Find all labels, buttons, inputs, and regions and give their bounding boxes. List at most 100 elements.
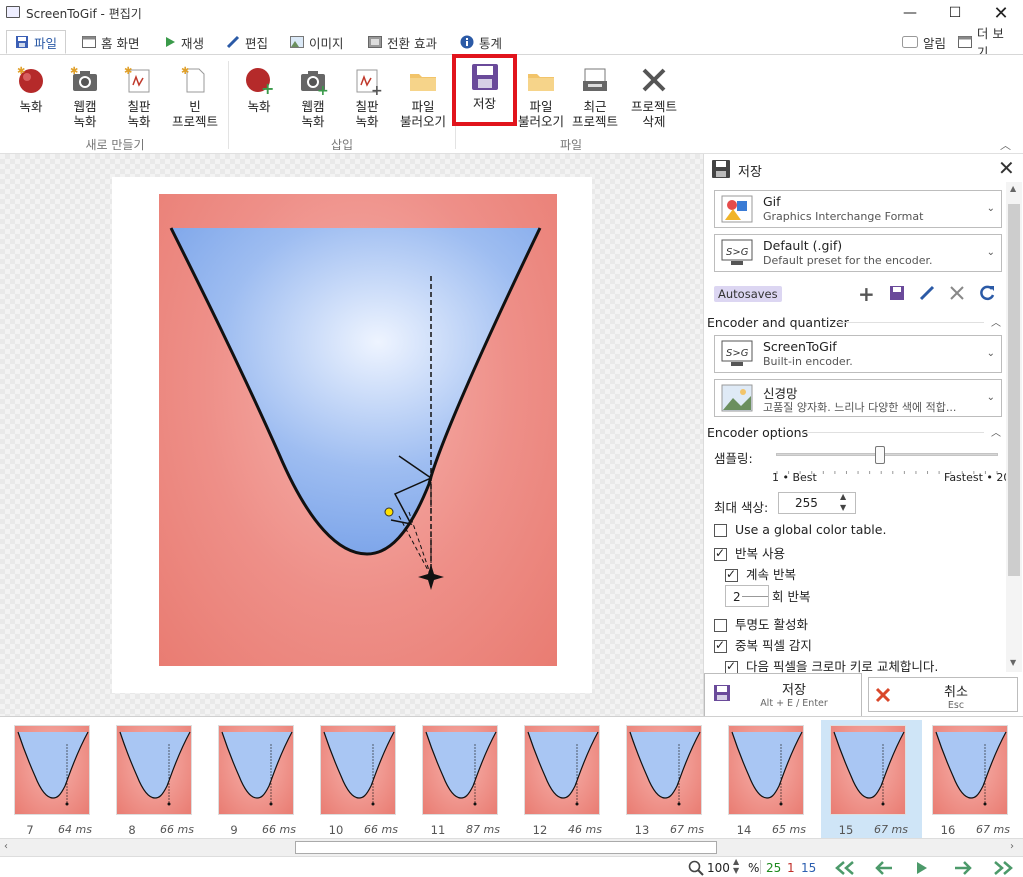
collapse-ribbon-icon[interactable]: ︿ xyxy=(1000,137,1011,153)
tab-play[interactable]: 재생 xyxy=(156,30,212,54)
encoder-preset-icon: S>G xyxy=(721,239,753,265)
insert-webcam-button[interactable]: + 웹캠 녹화 xyxy=(286,61,340,137)
panel-scrollbar[interactable]: ▲ ▼ xyxy=(1006,182,1022,672)
notifications-button[interactable]: 알림 xyxy=(894,30,954,54)
info-icon xyxy=(460,35,474,49)
frame-thumbnail xyxy=(218,725,294,815)
zoom-stepper-icon[interactable]: ▲ ▼ xyxy=(733,857,739,875)
tab-edit[interactable]: 편집 xyxy=(218,30,276,54)
scrollbar-thumb[interactable] xyxy=(1008,204,1020,576)
first-frame-icon[interactable] xyxy=(834,860,856,876)
last-frame-icon[interactable] xyxy=(992,860,1014,876)
timeline-frame[interactable]: 9 66 ms xyxy=(209,720,310,838)
timeline-frame[interactable]: 8 66 ms xyxy=(107,720,208,838)
frame-number: 9 xyxy=(230,823,238,837)
collapse-section-icon[interactable]: ︿ xyxy=(991,424,1001,439)
tab-label: 전환 효과 xyxy=(387,35,437,51)
checkbox-box xyxy=(714,524,727,537)
cancel-button[interactable]: 취소 Esc xyxy=(868,677,1018,712)
delete-project-button[interactable]: 프로젝트 삭제 xyxy=(624,61,684,137)
minimize-button[interactable]: — xyxy=(887,0,933,26)
increment-icon[interactable]: ▲ xyxy=(840,492,846,501)
scrollbar-thumb[interactable] xyxy=(295,841,717,854)
load-file-button[interactable]: 파일 불러오기 xyxy=(514,61,568,137)
recent-projects-button[interactable]: 최근 프로젝트 xyxy=(568,61,622,137)
cancel-button-label: 취소 xyxy=(944,685,968,700)
decrement-icon[interactable]: ▼ xyxy=(840,503,846,512)
insert-board-button[interactable]: + 칠판 녹화 xyxy=(340,61,394,137)
transition-icon xyxy=(368,36,382,48)
sampling-slider-track[interactable] xyxy=(776,446,998,464)
loop-count-value: 2 xyxy=(733,590,741,604)
frame-thumbnail xyxy=(728,725,804,815)
save-preset-icon[interactable] xyxy=(889,285,905,301)
selected-frames: 1 xyxy=(787,861,795,875)
scroll-down-icon[interactable]: ▼ xyxy=(1010,658,1016,667)
loop-count-input[interactable]: 2 xyxy=(725,585,769,607)
board-icon: ✱ xyxy=(124,66,150,93)
frame-number: 12 xyxy=(532,823,548,837)
file-type-combo[interactable]: Gif Graphics Interchange Format ⌄ xyxy=(714,190,1002,228)
timeline-frame[interactable]: 7 64 ms xyxy=(5,720,106,838)
play-animation-icon[interactable] xyxy=(914,860,930,876)
maximize-button[interactable]: ☐ xyxy=(932,0,978,26)
frame-number: 15 xyxy=(838,823,854,837)
timeline-frame[interactable]: 12 46 ms xyxy=(515,720,616,838)
previous-frame-icon[interactable] xyxy=(874,860,894,876)
button-label: 파일 불러오기 xyxy=(517,99,564,129)
tab-image[interactable]: 이미지 xyxy=(282,30,352,54)
more-button[interactable]: 더 보기 xyxy=(950,26,1023,60)
screentogif-encoder-icon: S>G xyxy=(721,340,753,366)
remove-preset-icon[interactable] xyxy=(949,285,965,301)
sampling-slider-thumb[interactable] xyxy=(875,446,885,464)
insert-load-file-button[interactable]: 파일 불러오기 xyxy=(396,61,450,137)
duplicate-pixels-checkbox[interactable]: 중복 픽셀 감지 xyxy=(714,635,812,654)
zoom-value[interactable]: 100 xyxy=(707,861,730,875)
autosaves-badge[interactable]: Autosaves xyxy=(714,286,782,302)
timeline-frame[interactable]: 13 67 ms xyxy=(617,720,718,838)
collapse-section-icon[interactable]: ︿ xyxy=(991,314,1001,329)
reset-preset-icon[interactable] xyxy=(978,284,996,302)
chevron-down-icon: ⌄ xyxy=(986,392,995,403)
tab-statistics[interactable]: 통계 xyxy=(452,30,510,54)
new-board-button[interactable]: ✱ 칠판 녹화 xyxy=(112,61,166,137)
loop-count-label: 회 반복 xyxy=(772,589,811,604)
new-recording-button[interactable]: ✱ 녹화 xyxy=(4,61,58,137)
timeline-frame[interactable]: 16 67 ms xyxy=(923,720,1023,838)
insert-recording-button[interactable]: + 녹화 xyxy=(232,61,286,137)
save-button[interactable]: 저장 Alt + E / Enter xyxy=(704,673,862,717)
timeline-frame[interactable]: 15 67 ms xyxy=(821,720,922,838)
scroll-right-icon[interactable]: › xyxy=(1010,841,1014,852)
scroll-up-icon[interactable]: ▲ xyxy=(1010,184,1016,193)
loop-forever-checkbox[interactable]: 계속 반복 xyxy=(725,564,796,583)
encoder-combo[interactable]: S>G ScreenToGif Built-in encoder. ⌄ xyxy=(714,335,1002,373)
save-ribbon-button[interactable]: 저장 xyxy=(452,54,517,126)
app-icon xyxy=(6,6,20,18)
timeline-frame[interactable]: 10 66 ms xyxy=(311,720,412,838)
loop-checkbox[interactable]: 반복 사용 xyxy=(714,543,785,562)
transparency-checkbox[interactable]: 투명도 활성화 xyxy=(714,614,808,633)
frame-thumbnail xyxy=(830,725,906,815)
timeline-frame[interactable]: 11 87 ms xyxy=(413,720,514,838)
frame-number: 13 xyxy=(634,823,650,837)
timeline-frame[interactable]: 14 65 ms xyxy=(719,720,820,838)
scroll-left-icon[interactable]: ‹ xyxy=(4,841,8,852)
quantizer-combo[interactable]: 신경망 고품질 양자화. 느리나 다양한 색에 적합... ⌄ xyxy=(714,379,1002,417)
frame-delay: 65 ms xyxy=(772,823,806,836)
max-colors-stepper[interactable]: 255 ▲ ▼ xyxy=(778,492,856,514)
sampling-label: 샘플링: xyxy=(714,451,753,466)
global-color-table-checkbox[interactable]: Use a global color table. xyxy=(714,522,886,537)
timeline-scrollbar[interactable]: ‹ › xyxy=(0,838,1023,856)
tab-home[interactable]: 홈 화면 xyxy=(74,30,147,54)
edit-preset-icon[interactable] xyxy=(918,284,936,302)
add-preset-icon[interactable]: + xyxy=(858,282,875,306)
preset-combo[interactable]: S>G Default (.gif) Default preset for th… xyxy=(714,234,1002,272)
close-panel-button[interactable]: ✕ xyxy=(998,156,1015,180)
new-blank-project-button[interactable]: ✱ 빈 프로젝트 xyxy=(166,61,224,137)
section-divider xyxy=(836,322,984,323)
tab-file[interactable]: 파일 xyxy=(6,30,67,54)
tab-transitions[interactable]: 전환 효과 xyxy=(360,30,445,54)
count-divider xyxy=(742,596,768,597)
next-frame-icon[interactable] xyxy=(953,860,973,876)
new-webcam-button[interactable]: ✱ 웹캠 녹화 xyxy=(58,61,112,137)
